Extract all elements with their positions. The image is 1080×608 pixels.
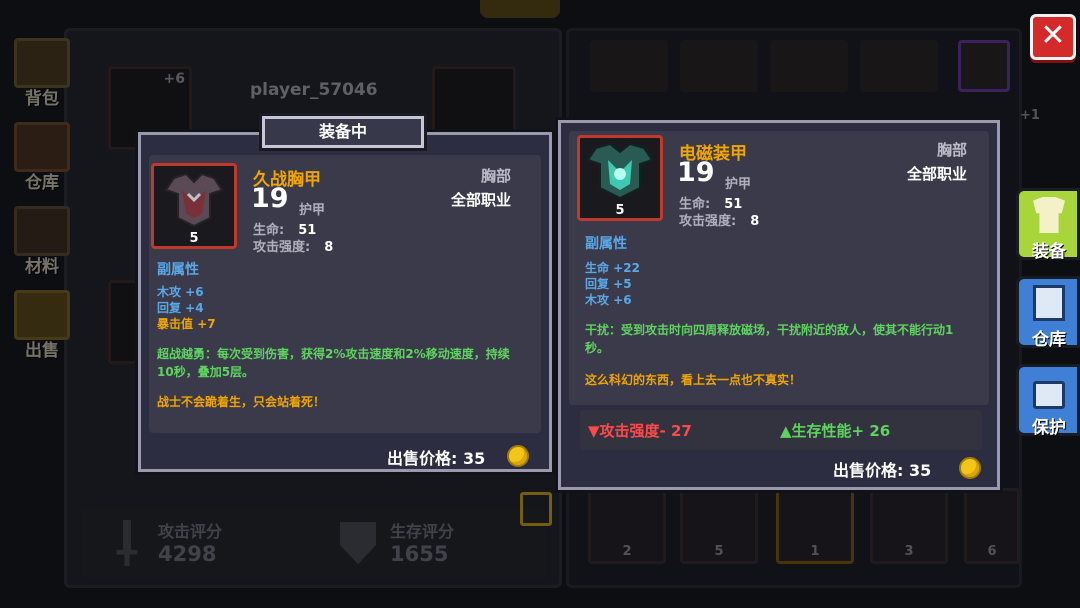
item-slot: 胸部 <box>936 141 967 159</box>
attack-change: ▼攻击强度- 27 <box>588 422 692 440</box>
close-button[interactable]: ✕ <box>1030 14 1076 60</box>
armor-icon <box>1033 197 1065 233</box>
item-effect: 干扰：受到攻击时向四周释放磁场，干扰附近的敌人，使其不能行动1秒。 <box>585 323 954 355</box>
sub-attr-line: 木攻 +6 <box>585 293 632 307</box>
armor-label: 护甲 <box>299 203 326 218</box>
equipped-item-card: 5 久战胸甲 胸部 全部职业 19 护甲 生命: 51 攻击强度: 8 副属性 木攻… <box>138 132 552 472</box>
sub-attr-title: 副属性 <box>585 236 627 252</box>
sub-attr-line: 回复 +5 <box>585 277 632 291</box>
item-level: 5 <box>615 203 625 218</box>
close-icon: ✕ <box>1040 18 1066 53</box>
sub-attr-line: 回复 +4 <box>157 301 204 315</box>
coin-icon <box>507 445 529 467</box>
tab-equipment[interactable]: 装备 <box>1016 188 1080 262</box>
stat-line: 攻击强度: 8 <box>253 240 334 255</box>
coin-icon <box>959 457 981 479</box>
chest-armor-icon <box>164 172 224 228</box>
item-slot: 胸部 <box>480 167 511 185</box>
tab-warehouse[interactable]: 仓库 <box>1016 276 1080 350</box>
item-class: 全部职业 <box>906 165 967 183</box>
armor-value: 19 <box>677 157 715 188</box>
survival-change: ▲生存性能+ 26 <box>780 422 891 440</box>
item-flavor: 战士不会跪着生，只会站着死！ <box>157 395 326 409</box>
sell-price: 出售价格: 35 <box>833 461 932 480</box>
electromagnetic-armor-icon <box>586 142 654 200</box>
item-icon-frame: 5 <box>151 163 237 249</box>
sub-attr-line: 暴击值 +7 <box>157 317 216 331</box>
lock-icon <box>1033 381 1065 409</box>
item-level: 5 <box>189 231 199 246</box>
armor-label: 护甲 <box>725 177 752 192</box>
item-flavor: 这么科幻的东西，看上去一点也不真实！ <box>585 373 802 387</box>
sell-price: 出售价格: 35 <box>387 449 486 468</box>
item-icon-frame: 5 <box>577 135 663 221</box>
sub-attr-line: 生命 +22 <box>585 261 640 275</box>
item-effect: 超战越勇：每次受到伤害，获得2%攻击速度和2%移动速度，持续10秒，叠加5层。 <box>157 347 510 379</box>
tab-protect[interactable]: 保护 <box>1016 364 1080 438</box>
armor-value: 19 <box>251 183 289 214</box>
equipped-banner: 装备中 <box>262 116 424 148</box>
stat-comparison: ▼攻击强度- 27 ▲生存性能+ 26 <box>580 410 982 450</box>
sub-attr-line: 木攻 +6 <box>157 285 204 299</box>
storage-box-icon <box>1033 285 1065 321</box>
stat-line: 攻击强度: 8 <box>679 214 760 229</box>
sub-attr-title: 副属性 <box>157 262 199 278</box>
item-class: 全部职业 <box>450 191 511 209</box>
